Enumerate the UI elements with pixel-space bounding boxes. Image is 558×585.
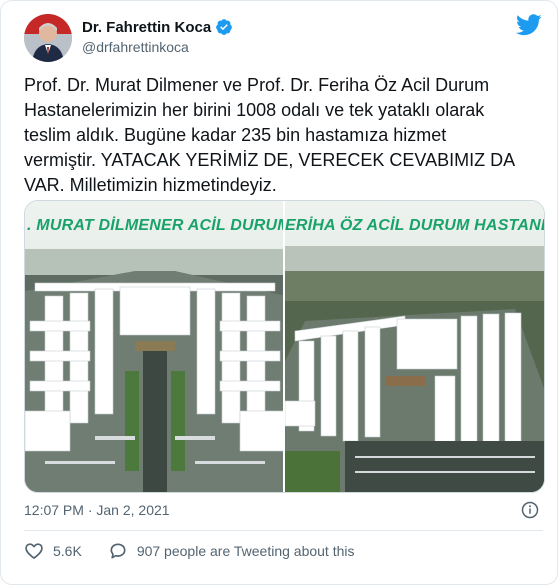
tweeting-about-button[interactable]: 907 people are Tweeting about this (108, 541, 355, 561)
tweet-time: 12:07 PM (24, 502, 84, 518)
hospital-banner-left: . MURAT DİLMENER ACİL DURUM HASTA (27, 217, 285, 234)
like-count: 5.6K (53, 543, 82, 559)
handle[interactable]: @drfahrettinkoca (82, 39, 189, 55)
hospital-banner-right: ERİHA ÖZ ACİL DURUM HASTANESİ (285, 217, 544, 234)
like-button[interactable]: 5.6K (24, 541, 82, 561)
speech-bubble-icon (110, 543, 126, 559)
verified-badge-icon (216, 19, 233, 35)
timestamp[interactable]: 12:07 PM · Jan 2, 2021 (24, 502, 170, 518)
photo-murat-dilmener-hospital[interactable]: . MURAT DİLMENER ACİL DURUM HASTA (25, 201, 285, 492)
photo-feriha-oz-hospital[interactable]: ERİHA ÖZ ACİL DURUM HASTANESİ (285, 201, 544, 492)
info-icon[interactable] (521, 501, 539, 519)
media-grid: . MURAT DİLMENER ACİL DURUM HASTA (24, 200, 545, 493)
hospital-aerial-photo-left (25, 201, 283, 492)
timestamp-separator: · (83, 502, 97, 518)
tweet-card: Dr. Fahrettin Koca @drfahrettinkoca Prof… (0, 0, 558, 585)
tweet-actions: 5.6K 907 people are Tweeting about this (24, 541, 381, 561)
name-row: Dr. Fahrettin Koca (82, 18, 233, 36)
profile-photo (24, 14, 72, 62)
heart-icon (25, 543, 43, 559)
tweet-header: Dr. Fahrettin Koca @drfahrettinkoca (24, 14, 544, 62)
tweeting-about-label: 907 people are Tweeting about this (136, 543, 355, 559)
avatar[interactable] (24, 14, 72, 62)
hospital-aerial-photo-right (285, 201, 544, 492)
tweet-date: Jan 2, 2021 (96, 502, 170, 518)
twitter-bird-icon[interactable] (516, 14, 542, 36)
display-name[interactable]: Dr. Fahrettin Koca (82, 19, 211, 36)
tweet-text: Prof. Dr. Murat Dilmener ve Prof. Dr. Fe… (24, 75, 516, 195)
divider (24, 530, 543, 531)
